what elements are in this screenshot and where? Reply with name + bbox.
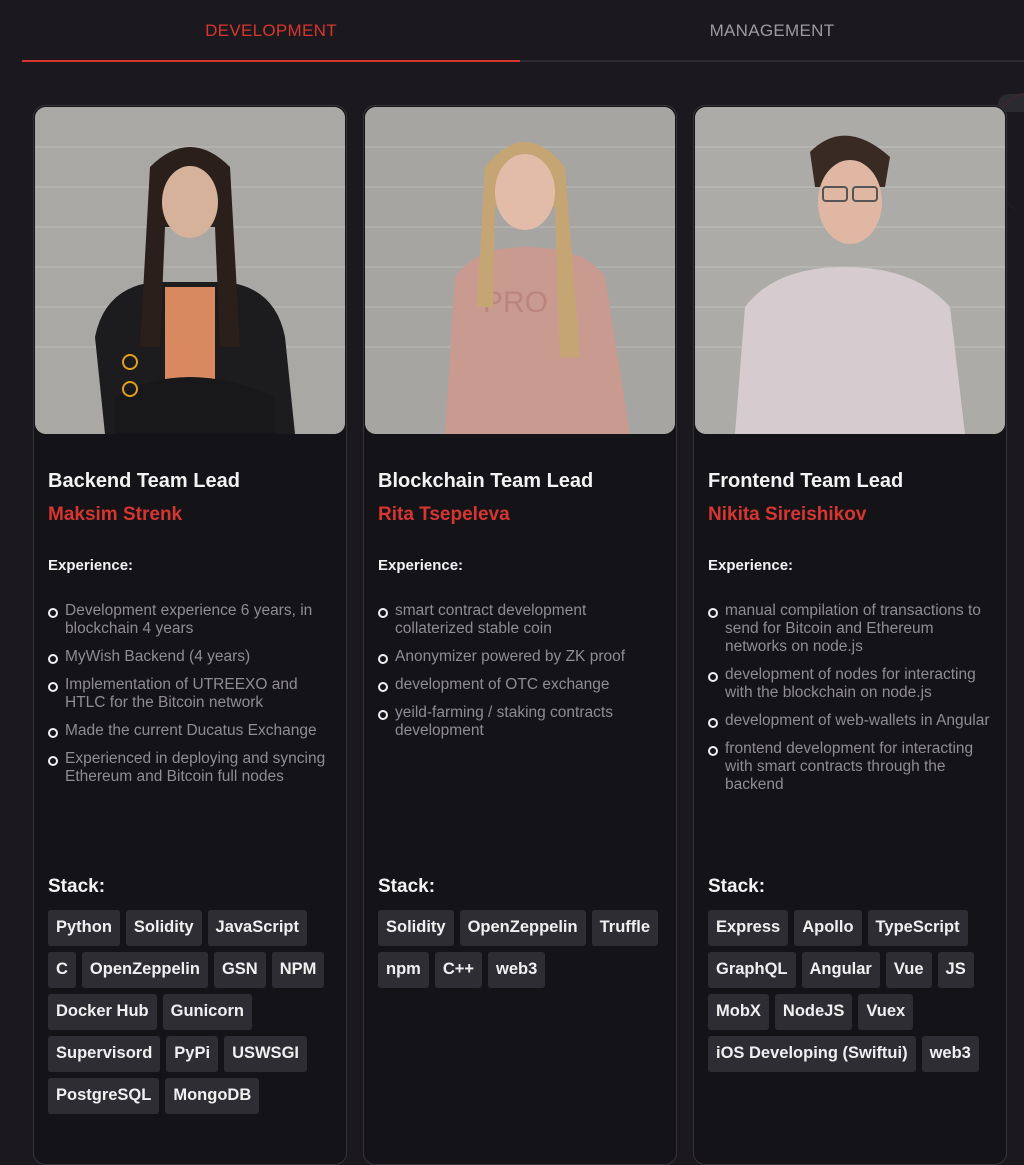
stack-chips: Solidity OpenZeppelin Truffle npm C++ we… — [378, 910, 668, 988]
member-role: Backend Team Lead — [48, 470, 240, 492]
stack-chip: Express — [708, 910, 789, 946]
member-photo: PRO — [365, 107, 675, 434]
bullet-icon — [708, 746, 718, 756]
stack-chip: TypeScript — [867, 910, 968, 946]
stack-chip: Supervisord — [48, 1036, 161, 1072]
stack-chip: web3 — [488, 952, 546, 988]
experience-item: yeild-farming / staking contracts develo… — [378, 704, 668, 740]
experience-item: Implementation of UTREEXO and HTLC for t… — [48, 676, 338, 712]
stack-chip: C — [48, 952, 76, 988]
experience-item: Made the current Ducatus Exchange — [48, 722, 338, 740]
tab-management[interactable]: MANAGEMENT — [520, 0, 1024, 62]
stack-chips: Express Apollo TypeScript GraphQL Angula… — [708, 910, 998, 1072]
experience-item: development of OTC exchange — [378, 676, 668, 694]
experience-item: development of nodes for interacting wit… — [708, 666, 998, 702]
stack-heading: Stack: — [378, 876, 436, 897]
experience-item: Anonymizer powered by ZK proof — [378, 648, 668, 666]
member-photo — [35, 107, 345, 434]
stack-chip: OpenZeppelin — [459, 910, 586, 946]
stack-chip: Apollo — [794, 910, 862, 946]
stack-chip: NodeJS — [774, 994, 853, 1030]
experience-item: Experienced in deploying and syncing Eth… — [48, 750, 338, 786]
stack-chip: JS — [937, 952, 974, 988]
member-role: Blockchain Team Lead — [378, 470, 594, 492]
bullet-icon — [708, 718, 718, 728]
stack-chip: iOS Developing (Swiftui) — [708, 1036, 916, 1072]
experience-item: frontend development for interacting wit… — [708, 740, 998, 794]
stack-chip: web3 — [921, 1036, 979, 1072]
stack-chip: PostgreSQL — [48, 1078, 160, 1114]
stack-chip: Gunicorn — [162, 994, 252, 1030]
team-tabs: DEVELOPMENT MANAGEMENT — [22, 0, 1024, 62]
stack-chip: npm — [378, 952, 429, 988]
member-name: Rita Tsepeleva — [378, 504, 510, 525]
experience-list: manual compilation of transactions to se… — [708, 602, 998, 804]
stack-chip: Vuex — [858, 994, 914, 1030]
team-member-card: Backend Team Lead Maksim Strenk Experien… — [33, 105, 347, 1165]
experience-list: smart contract development collaterized … — [378, 602, 668, 750]
experience-item: smart contract development collaterized … — [378, 602, 668, 638]
stack-chip: Docker Hub — [48, 994, 157, 1030]
stack-chip: GraphQL — [708, 952, 796, 988]
bullet-icon — [48, 756, 58, 766]
bullet-icon — [378, 710, 388, 720]
stack-chip: Python — [48, 910, 120, 946]
stack-chip: USWSGI — [224, 1036, 307, 1072]
stack-chip: Vue — [885, 952, 932, 988]
bullet-icon — [48, 728, 58, 738]
team-member-card: PRO Blockchain Team Lead Rita Tsepeleva … — [363, 105, 677, 1165]
stack-chip: OpenZeppelin — [81, 952, 208, 988]
bullet-icon — [378, 608, 388, 618]
experience-list: Development experience 6 years, in block… — [48, 602, 338, 796]
member-photo — [695, 107, 1005, 434]
experience-item: Development experience 6 years, in block… — [48, 602, 338, 638]
member-name: Maksim Strenk — [48, 504, 183, 525]
stack-heading: Stack: — [48, 876, 106, 897]
experience-item: manual compilation of transactions to se… — [708, 602, 998, 656]
stack-chip: PyPi — [166, 1036, 219, 1072]
stack-chip: GSN — [213, 952, 266, 988]
stack-chip: Angular — [801, 952, 880, 988]
experience-item: MyWish Backend (4 years) — [48, 648, 338, 666]
stack-chip: NPM — [271, 952, 325, 988]
stack-chip: C++ — [434, 952, 483, 988]
experience-heading: Experience: — [708, 557, 794, 574]
member-role: Frontend Team Lead — [708, 470, 904, 492]
stack-chip: JavaScript — [207, 910, 307, 946]
bullet-icon — [48, 654, 58, 664]
stack-heading: Stack: — [708, 876, 766, 897]
experience-heading: Experience: — [48, 557, 134, 574]
stack-chips: Python Solidity JavaScript C OpenZeppeli… — [48, 910, 338, 1114]
bullet-icon — [708, 672, 718, 682]
bullet-icon — [48, 608, 58, 618]
experience-heading: Experience: — [378, 557, 464, 574]
bullet-icon — [708, 608, 718, 618]
tab-development[interactable]: DEVELOPMENT — [22, 0, 520, 62]
stack-chip: Solidity — [378, 910, 454, 946]
stack-chip: Truffle — [591, 910, 659, 946]
bullet-icon — [378, 654, 388, 664]
stack-chip: MobX — [708, 994, 769, 1030]
experience-item: development of web-wallets in Angular — [708, 712, 998, 730]
stack-chip: Solidity — [125, 910, 202, 946]
bullet-icon — [48, 682, 58, 692]
team-member-card: Frontend Team Lead Nikita Sireishikov Ex… — [693, 105, 1007, 1165]
member-name: Nikita Sireishikov — [708, 504, 867, 525]
bullet-icon — [378, 682, 388, 692]
stack-chip: MongoDB — [165, 1078, 260, 1114]
